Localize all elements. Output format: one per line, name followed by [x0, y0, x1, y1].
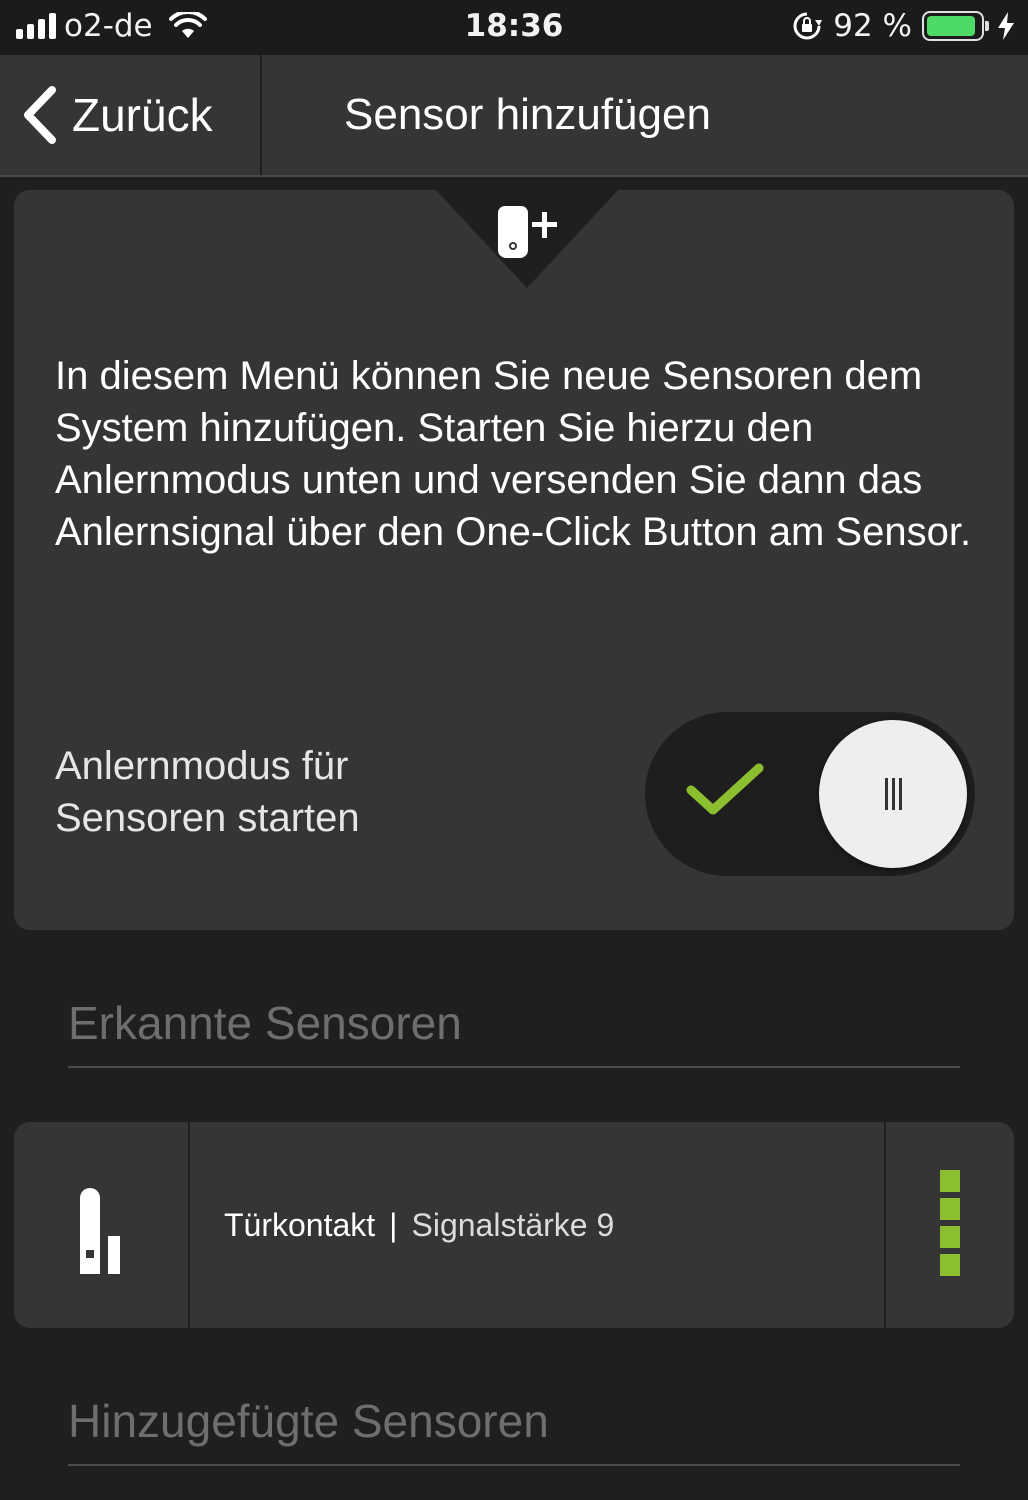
learn-mode-card: In diesem Menü können Sie neue Sensoren … — [14, 188, 1014, 930]
battery-icon — [922, 11, 989, 41]
toggle-label-line1: Anlernmodus für — [55, 744, 349, 788]
learn-mode-toggle[interactable] — [645, 712, 975, 876]
back-button-label: Zurück — [72, 89, 213, 141]
signal-bar — [940, 1170, 960, 1192]
door-contact-sensor-icon — [80, 1188, 120, 1274]
signal-bar — [940, 1254, 960, 1276]
sensor-list-item[interactable]: Türkontakt | Signalstärke 9 — [14, 1122, 1014, 1328]
status-bar-right: 92 % — [791, 8, 1014, 44]
orientation-lock-icon — [793, 12, 823, 40]
sensor-info: Türkontakt | Signalstärke 9 — [224, 1122, 614, 1328]
checkmark-icon — [686, 763, 764, 815]
charging-icon — [998, 12, 1014, 40]
chevron-left-icon — [24, 86, 56, 144]
signal-strength-cell — [884, 1122, 1014, 1328]
sensor-name: Türkontakt — [224, 1206, 376, 1243]
detected-sensors-heading: Erkannte Sensoren — [68, 996, 960, 1068]
signal-bar — [940, 1226, 960, 1248]
battery-level-fill — [927, 16, 975, 36]
toggle-label-line2: Sensoren starten — [55, 796, 360, 840]
back-button[interactable]: Zurück — [0, 55, 262, 175]
sensor-add-icon — [498, 206, 557, 258]
signal-strength-bars-icon — [940, 1170, 960, 1276]
sensor-signal-strength: Signalstärke 9 — [411, 1206, 615, 1243]
card-description: In diesem Menü können Sie neue Sensoren … — [55, 354, 972, 554]
sensor-separator: | — [389, 1206, 398, 1243]
navigation-bar: Zurück Sensor hinzufügen — [0, 55, 1028, 177]
toggle-knob[interactable] — [819, 720, 967, 868]
signal-bar — [940, 1198, 960, 1220]
toggle-label: Anlernmodus für Sensoren starten — [55, 740, 455, 844]
status-bar: o2-de 18:36 92 % — [0, 0, 1028, 55]
sensor-icon-cell — [14, 1122, 190, 1328]
battery-percent: 92 % — [833, 8, 912, 44]
added-sensors-heading: Hinzugefügte Sensoren — [68, 1394, 960, 1466]
page-title: Sensor hinzufügen — [344, 90, 711, 139]
